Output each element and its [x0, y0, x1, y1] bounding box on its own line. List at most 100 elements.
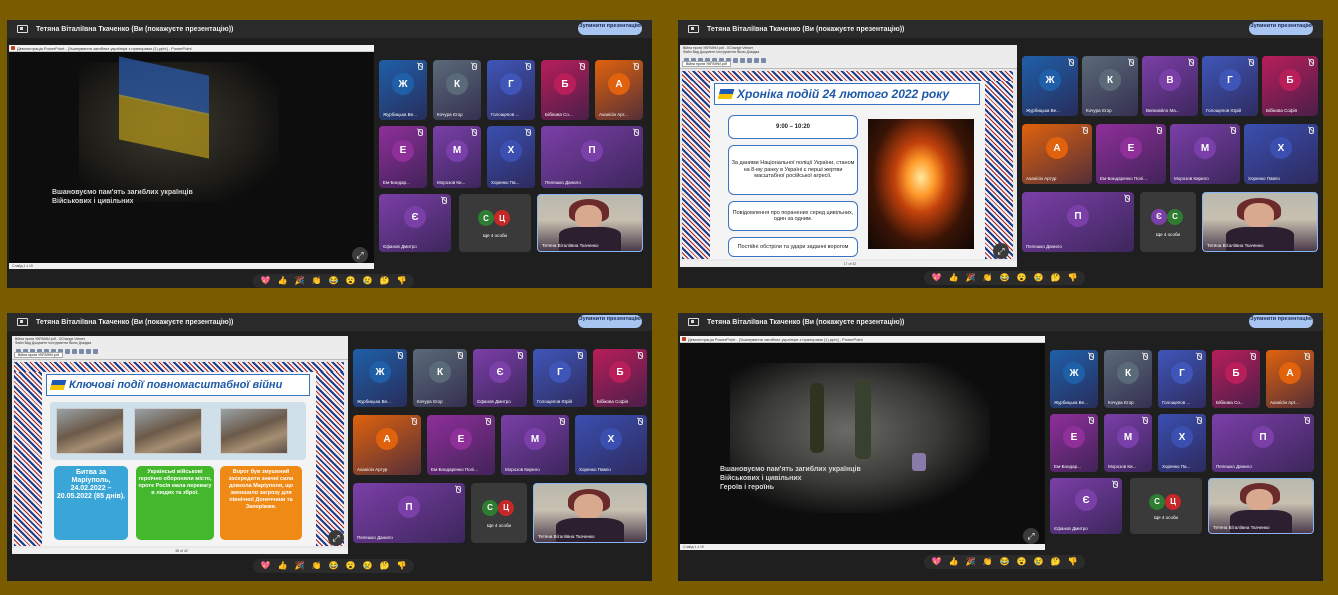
reaction-laugh-icon[interactable]: 😂: [996, 556, 1013, 568]
reaction-thinking-icon[interactable]: 🤔: [1047, 272, 1064, 284]
participant-tile[interactable]: П Пелешко Данило: [1022, 192, 1134, 252]
participant-tile[interactable]: Є Єфанов Дмитро: [1050, 478, 1122, 534]
stop-presenting-button[interactable]: Зупинити презентацію: [578, 315, 642, 328]
participant-tile[interactable]: Б Бібікова Софія: [593, 349, 647, 407]
participant-tile[interactable]: А Аханісін Арт...: [595, 60, 643, 120]
presenter-face: [1244, 203, 1274, 228]
reaction-heart-icon[interactable]: 💖: [928, 272, 945, 284]
participant-tile[interactable]: А Аханісін Артур: [1022, 124, 1092, 184]
stop-presenting-button[interactable]: Зупинити презентацію: [1249, 315, 1313, 328]
reaction-sad-icon[interactable]: 😢: [1030, 556, 1047, 568]
reaction-thumbs-up-icon[interactable]: 👍: [274, 560, 291, 572]
participant-tile[interactable]: Г Голощепов ...: [1158, 350, 1206, 408]
reaction-thumbs-up-icon[interactable]: 👍: [274, 275, 291, 287]
reaction-laugh-icon[interactable]: 😂: [325, 275, 342, 287]
participant-tile[interactable]: Б Бібікова Со...: [1212, 350, 1260, 408]
reaction-clap-icon[interactable]: 👏: [308, 275, 325, 287]
participant-tile[interactable]: Е Ем-Бондаренко Полі...: [427, 415, 495, 475]
participant-name: Журбицька Ве...: [1054, 400, 1088, 405]
participant-tile[interactable]: М Морозов Ки...: [433, 126, 481, 188]
participant-tile[interactable]: Е Ем-Бондаренко Полі...: [1096, 124, 1166, 184]
reaction-thumbs-down-icon[interactable]: 👎: [1064, 556, 1081, 568]
participant-tile[interactable]: Ж Журбицька Ве...: [353, 349, 407, 407]
more-participants-tile[interactable]: С Ц Ще 4 особи: [471, 483, 527, 543]
presenter-camera-tile[interactable]: Тетяна Віталіївна Ткаченко: [1208, 478, 1314, 534]
reaction-party-icon[interactable]: 🎉: [962, 556, 979, 568]
participant-tile[interactable]: Є Єфанов Дмитро: [379, 194, 451, 252]
participant-name: Кочура Єгор: [417, 399, 443, 404]
participant-tile[interactable]: М Морозов Кирило: [1170, 124, 1240, 184]
reaction-surprised-icon[interactable]: 😮: [1013, 556, 1030, 568]
participant-tile[interactable]: К Кочура Єгор: [413, 349, 467, 407]
pdf-tab[interactable]: Війна проти УКРАЇНИ.pdf: [14, 352, 63, 358]
participant-tile[interactable]: Е Ем-Бондар...: [379, 126, 427, 188]
participant-tile[interactable]: Г Голощепов Юрій: [533, 349, 587, 407]
reaction-heart-icon[interactable]: 💖: [257, 275, 274, 287]
participant-tile[interactable]: Б Бібікова Со...: [541, 60, 589, 120]
reaction-thinking-icon[interactable]: 🤔: [376, 275, 393, 287]
participant-tile[interactable]: П Пелешко Данило: [541, 126, 643, 188]
reaction-clap-icon[interactable]: 👏: [979, 556, 996, 568]
participant-tile[interactable]: П Пелешко Данило: [1212, 414, 1314, 472]
pdf-menu: Файл Вид Документ Інструменти Вікно Дові…: [683, 50, 760, 54]
reaction-thumbs-down-icon[interactable]: 👎: [393, 560, 410, 572]
reaction-sad-icon[interactable]: 😢: [1030, 272, 1047, 284]
presenter-camera-tile[interactable]: Тетяна Віталіївна Ткаченко: [533, 483, 647, 543]
reaction-thumbs-down-icon[interactable]: 👎: [393, 275, 410, 287]
participant-tile[interactable]: Б Бібікова Софія: [1262, 56, 1318, 116]
participant-tile[interactable]: А Аханісін Артур: [353, 415, 421, 475]
stop-presenting-button[interactable]: Зупинити презентацію: [578, 22, 642, 35]
reaction-laugh-icon[interactable]: 😂: [325, 560, 342, 572]
participant-tile[interactable]: Е Ем-Бондар...: [1050, 414, 1098, 472]
presenter-camera-tile[interactable]: Тетяна Віталіївна Ткаченко: [537, 194, 643, 252]
reaction-clap-icon[interactable]: 👏: [308, 560, 325, 572]
participant-tile[interactable]: К Кочура Єгор: [1104, 350, 1152, 408]
participant-tile[interactable]: К Кочура Єгор: [433, 60, 481, 120]
expand-icon[interactable]: ⤢: [1023, 528, 1039, 544]
reaction-clap-icon[interactable]: 👏: [979, 272, 996, 284]
reaction-surprised-icon[interactable]: 😮: [342, 560, 359, 572]
reaction-surprised-icon[interactable]: 😮: [1013, 272, 1030, 284]
participant-tile[interactable]: Є Єфанов Дмитро: [473, 349, 527, 407]
expand-icon[interactable]: ⤢: [993, 243, 1009, 259]
participant-tile[interactable]: Ж Журбицька Ве...: [1022, 56, 1078, 116]
participant-tile[interactable]: А Аханісін Арт...: [1266, 350, 1314, 408]
more-participants-tile[interactable]: С Ц Ще 4 особи: [1130, 478, 1202, 534]
participant-tile[interactable]: Ж Журбицька Ве...: [1050, 350, 1098, 408]
participant-tile[interactable]: М Морозов Ки...: [1104, 414, 1152, 472]
avatar: Б: [554, 73, 576, 95]
expand-icon[interactable]: ⤢: [352, 247, 368, 263]
participant-tile[interactable]: Г Голощепов ...: [487, 60, 535, 120]
participant-tile[interactable]: М Морозов Кирило: [501, 415, 569, 475]
participant-tile[interactable]: Х Хоренко Павло: [1244, 124, 1318, 184]
participant-tile[interactable]: П Пелешко Данило: [353, 483, 465, 543]
reaction-thumbs-up-icon[interactable]: 👍: [945, 272, 962, 284]
reaction-heart-icon[interactable]: 💖: [928, 556, 945, 568]
participant-tile[interactable]: Х Хоренко Павло: [575, 415, 647, 475]
reaction-party-icon[interactable]: 🎉: [291, 275, 308, 287]
reaction-surprised-icon[interactable]: 😮: [342, 275, 359, 287]
participant-tile[interactable]: Ж Журбицька Ве...: [379, 60, 427, 120]
reaction-thumbs-down-icon[interactable]: 👎: [1064, 272, 1081, 284]
reaction-thinking-icon[interactable]: 🤔: [1047, 556, 1064, 568]
reaction-party-icon[interactable]: 🎉: [291, 560, 308, 572]
reaction-thinking-icon[interactable]: 🤔: [376, 560, 393, 572]
more-participants-tile[interactable]: С Ц Ще 4 особи: [459, 194, 531, 252]
participant-tile[interactable]: Х Хоренко Па...: [1158, 414, 1206, 472]
participant-tile[interactable]: К Кочура Єгор: [1082, 56, 1138, 116]
pdf-tab[interactable]: Війна проти УКРАЇНИ.pdf: [682, 61, 731, 67]
slide-status: Слайд 1 з 19: [9, 263, 374, 269]
reaction-heart-icon[interactable]: 💖: [257, 560, 274, 572]
expand-icon[interactable]: ⤢: [328, 530, 344, 546]
more-participants-tile[interactable]: Є С Ще 4 особи: [1140, 192, 1196, 252]
presenter-camera-tile[interactable]: Тетяна Віталіївна Ткаченко: [1202, 192, 1318, 252]
reaction-thumbs-up-icon[interactable]: 👍: [945, 556, 962, 568]
participant-tile[interactable]: Г Голощепов Юрій: [1202, 56, 1258, 116]
stop-presenting-button[interactable]: Зупинити презентацію: [1249, 22, 1313, 35]
reaction-party-icon[interactable]: 🎉: [962, 272, 979, 284]
reaction-laugh-icon[interactable]: 😂: [996, 272, 1013, 284]
participant-tile[interactable]: В Виганайло Ма...: [1142, 56, 1198, 116]
reaction-sad-icon[interactable]: 😢: [359, 560, 376, 572]
participant-tile[interactable]: Х Хоренко Па...: [487, 126, 535, 188]
reaction-sad-icon[interactable]: 😢: [359, 275, 376, 287]
